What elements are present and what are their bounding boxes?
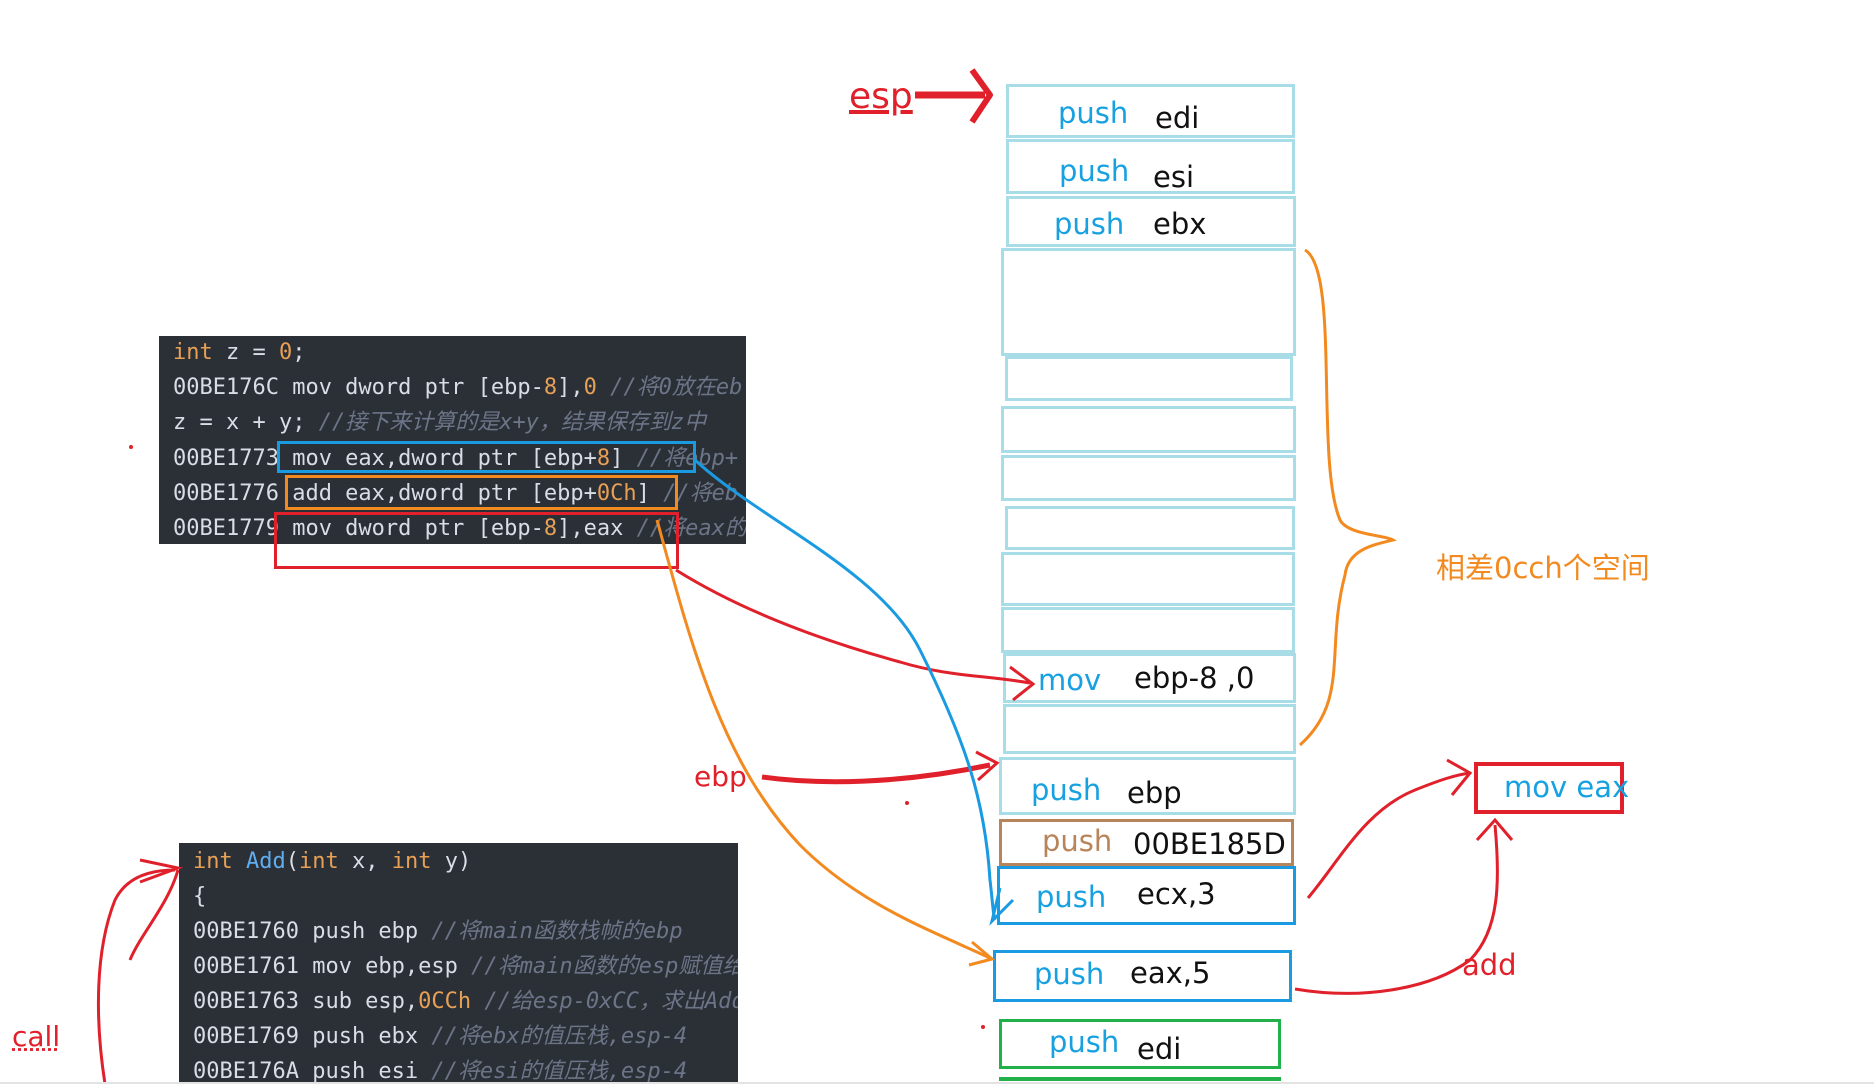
ebp8-to-ecx-arrow-head: [989, 887, 1015, 926]
call-arrow-loop: [128, 869, 180, 961]
annotation-arrows: [96, 68, 1514, 1084]
ecx-to-mov-eax-arrow: [1306, 771, 1471, 899]
gap-brace: [1298, 248, 1397, 747]
stray-dot-3: [981, 1025, 985, 1029]
mov-ebp8-arrow: [675, 568, 1031, 685]
eax5-to-mov-eax-arrow: [1294, 824, 1499, 995]
add-to-eax5-arrow: [655, 519, 991, 960]
stray-dot-2: [905, 801, 909, 805]
ebp-arrow: [761, 762, 991, 785]
stray-dot-1: [129, 445, 133, 449]
ebp8-to-ecx-arrow: [693, 458, 997, 921]
